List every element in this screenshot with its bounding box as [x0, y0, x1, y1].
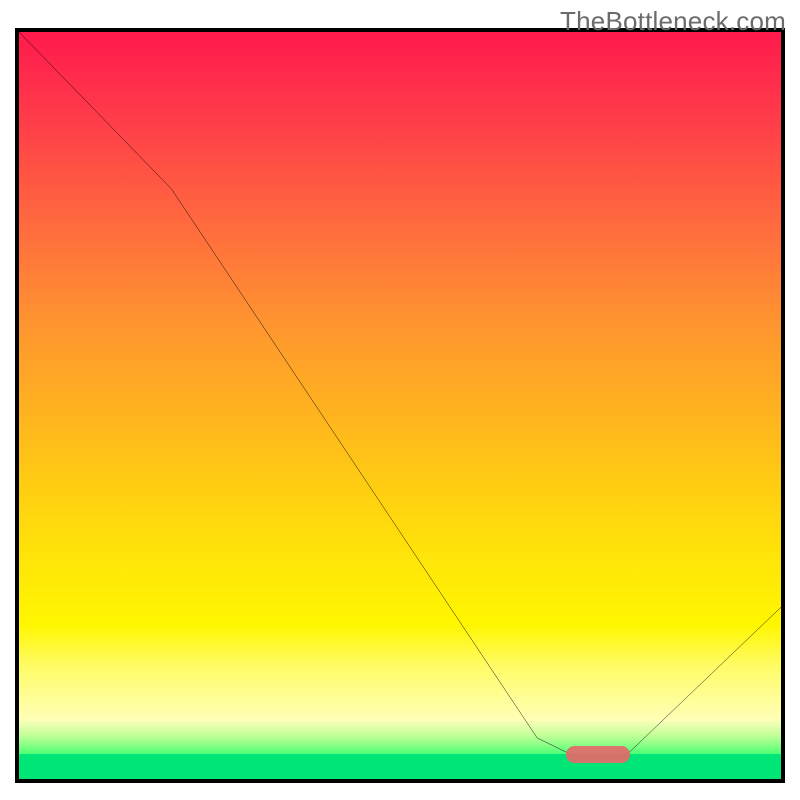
- chart-frame: [15, 28, 785, 783]
- curve-path: [19, 32, 781, 757]
- sweet-spot-marker: [566, 746, 630, 763]
- watermark-text: TheBottleneck.com: [560, 6, 786, 37]
- bottleneck-curve: [19, 32, 781, 779]
